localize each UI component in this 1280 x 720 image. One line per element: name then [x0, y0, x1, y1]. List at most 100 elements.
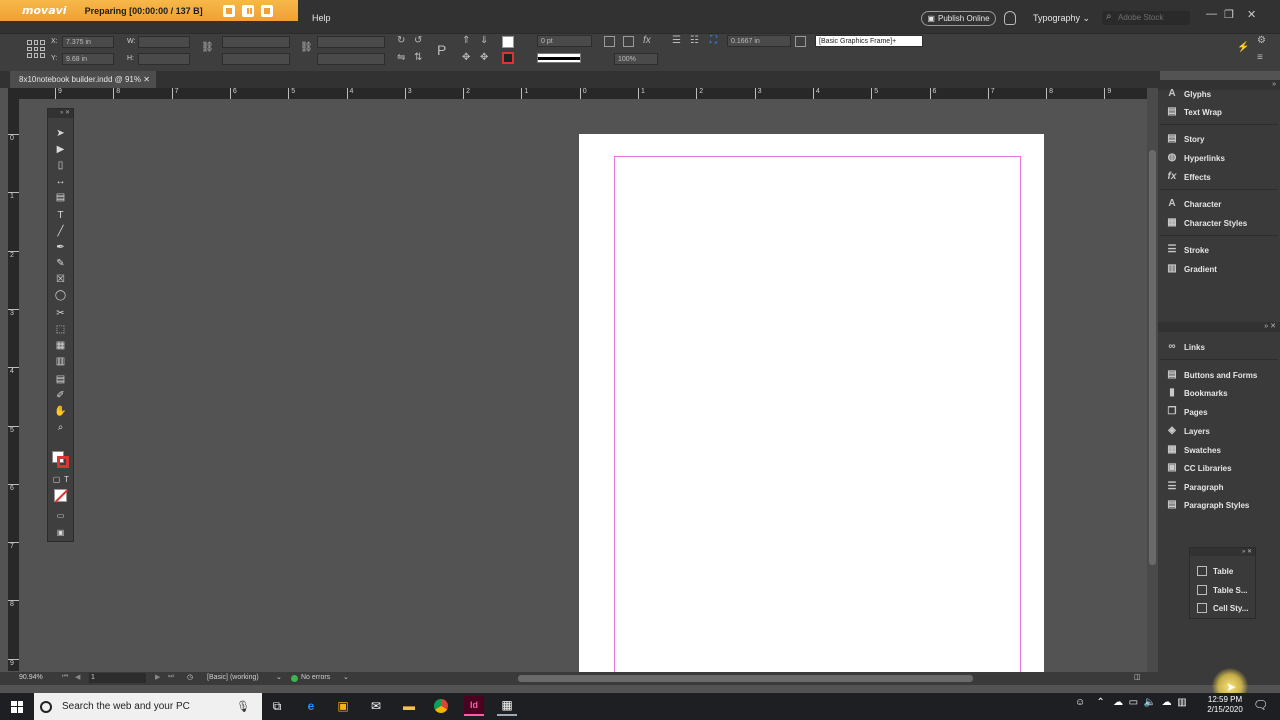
panel-links[interactable]: ∞ Links [1166, 339, 1276, 355]
content-collector-icon[interactable]: ▤ [54, 191, 67, 204]
y-position-field[interactable]: 9.68 in [62, 53, 114, 65]
scale-x-field[interactable] [222, 36, 290, 48]
last-page-icon[interactable]: ⏭ [168, 673, 174, 681]
vertical-ruler[interactable]: 0 1 2 3 4 5 6 7 8 9 [8, 99, 19, 671]
select-content-icon[interactable]: ⇓ [480, 35, 488, 46]
fx-icon[interactable]: fx [643, 35, 651, 46]
chevron-down-icon[interactable]: ⌄ [343, 673, 349, 681]
hand-tool-icon[interactable]: ✋ [54, 405, 67, 418]
gear-icon[interactable]: ⚙ [1257, 35, 1266, 46]
align-left-icon[interactable]: ☰ [672, 35, 681, 46]
frame-fitting-icon[interactable] [795, 36, 806, 47]
panel-cell-styles[interactable]: Cell Sty... [1197, 601, 1255, 615]
split-layout-icon[interactable]: ◫ [1134, 673, 1141, 681]
battery-icon[interactable]: ▭ [1129, 697, 1138, 708]
fill-swatch[interactable] [502, 36, 514, 48]
gradient-swatch-tool-icon[interactable]: ▦ [54, 339, 67, 352]
panel-bookmarks[interactable]: ▮ Bookmarks [1166, 385, 1276, 401]
panel-paragraph[interactable]: ☰ Paragraph [1166, 479, 1276, 495]
taskbar-search-input[interactable]: Search the web and your PC 🎙 [34, 693, 262, 720]
previous-page-icon[interactable]: ◀ [75, 673, 80, 681]
panel-layers[interactable]: ◈ Layers [1166, 423, 1276, 439]
select-previous-icon[interactable]: ✥ [462, 52, 470, 63]
chevron-down-icon[interactable]: ⌄ [276, 673, 282, 681]
dock-header[interactable]: » ✕ [1158, 322, 1280, 332]
volume-icon[interactable]: 🔈 [1144, 697, 1156, 708]
stroke-swatch[interactable] [502, 52, 514, 64]
panel-buttons-and-forms[interactable]: ▤ Buttons and Forms [1166, 367, 1276, 383]
preflight-profile[interactable]: [Basic] (working) [207, 674, 259, 681]
rectangle-frame-tool-icon[interactable]: ☒ [54, 273, 67, 286]
preflight-status[interactable]: No errors [301, 674, 330, 681]
adobe-stock-search-input[interactable]: Adobe Stock [1102, 10, 1190, 25]
minimize-icon[interactable]: — [1206, 8, 1217, 20]
object-style-dropdown[interactable]: [Basic Graphics Frame]+ [815, 35, 923, 47]
microphone-icon[interactable]: 🎙 [236, 700, 250, 713]
close-icon[interactable]: ✕ [1247, 8, 1256, 21]
taskbar-clock[interactable]: 12:59 PM 2/15/2020 [1200, 695, 1250, 715]
fitting-content-icon[interactable] [623, 36, 634, 47]
select-container-icon[interactable]: ⇑ [462, 35, 470, 46]
panel-effects[interactable]: fx Effects [1166, 169, 1276, 185]
auto-fit-icon[interactable]: ⛶ [710, 35, 717, 46]
first-page-icon[interactable]: ⏮ [62, 673, 68, 681]
onedrive-icon[interactable]: ☁ [1162, 697, 1172, 708]
store-icon[interactable]: ▣ [333, 696, 353, 716]
panel-gradient[interactable]: ▥ Gradient [1166, 261, 1276, 277]
rotation-field[interactable] [317, 36, 385, 48]
ruler-origin[interactable] [8, 88, 20, 99]
recorder-screenshot-button[interactable] [222, 4, 235, 17]
panel-character[interactable]: A Character [1166, 196, 1276, 212]
horizontal-ruler[interactable]: 9 8 7 6 5 4 3 2 1 0 1 2 3 4 5 6 7 8 9 [20, 88, 1147, 99]
lightbulb-icon[interactable] [1004, 11, 1016, 25]
panel-paragraph-styles[interactable]: ▤ Paragraph Styles [1166, 497, 1276, 513]
flip-vertical-icon[interactable]: ⇅ [414, 52, 422, 63]
indesign-icon[interactable]: Id [464, 696, 484, 716]
panel-story[interactable]: ▤ Story [1166, 131, 1276, 147]
menu-help[interactable]: Help [312, 13, 331, 23]
vertical-scroll-thumb[interactable] [1149, 150, 1156, 565]
x-position-field[interactable]: 7.375 in [62, 36, 114, 48]
recorder-stop-button[interactable] [260, 4, 273, 17]
constrain-proportions-icon[interactable]: ⛓ [201, 42, 214, 53]
panel-table-styles[interactable]: Table S... [1197, 583, 1255, 597]
fitting-icon[interactable] [604, 36, 615, 47]
scale-y-field[interactable] [222, 53, 290, 65]
page-number-field[interactable]: 1 [89, 673, 146, 683]
chevron-up-icon[interactable]: ⌃ [1096, 697, 1104, 708]
width-field[interactable] [138, 36, 190, 48]
people-icon[interactable]: ☺ [1075, 697, 1085, 708]
shear-field[interactable] [317, 53, 385, 65]
pen-tool-icon[interactable]: ✒ [54, 241, 67, 254]
publish-online-button[interactable]: ▣ Publish Online [921, 11, 996, 26]
start-button[interactable] [0, 693, 34, 720]
gradient-feather-tool-icon[interactable]: ▥ [54, 355, 67, 368]
zoom-level[interactable]: 90.94% [19, 674, 43, 681]
recorder-app-icon[interactable]: ▦ [497, 696, 517, 716]
screen-mode-icon[interactable]: ▭ [54, 509, 67, 522]
cloud-icon[interactable]: ☁ [1113, 697, 1123, 708]
panel-menu-icon[interactable]: ≡ [1257, 52, 1263, 63]
stroke-type-picker[interactable] [537, 53, 581, 63]
panel-cc-libraries[interactable]: ▣ CC Libraries [1166, 460, 1276, 476]
panel-glyphs[interactable]: A Glyphs [1166, 86, 1276, 102]
height-field[interactable] [138, 53, 190, 65]
note-tool-icon[interactable]: ▤ [54, 373, 67, 386]
rotate-ccw-icon[interactable]: ↺ [414, 35, 422, 46]
offset-field[interactable]: 0.1667 in [727, 35, 791, 47]
gap-tool-icon[interactable]: ↔ [54, 175, 67, 188]
constrain-scale-icon[interactable]: ⛓ [300, 42, 313, 53]
rotate-cw-icon[interactable]: ↻ [397, 35, 405, 46]
panel-character-styles[interactable]: ▦ Character Styles [1166, 215, 1276, 231]
panel-stroke[interactable]: ☰ Stroke [1166, 242, 1276, 258]
select-next-icon[interactable]: ✥ [480, 52, 488, 63]
horizontal-scroll-thumb[interactable] [518, 675, 973, 682]
network-icon[interactable]: ▥ [1177, 697, 1186, 708]
fill-stroke-icon[interactable] [52, 451, 69, 468]
open-page-icon[interactable]: ◷ [187, 673, 193, 681]
formatting-text-icon[interactable]: T [60, 473, 73, 486]
maximize-icon[interactable]: ❐ [1224, 8, 1234, 21]
chrome-icon[interactable] [431, 696, 451, 716]
selection-tool-icon[interactable]: ➤ [54, 127, 67, 140]
view-mode-icon[interactable]: ▣ [54, 526, 67, 539]
